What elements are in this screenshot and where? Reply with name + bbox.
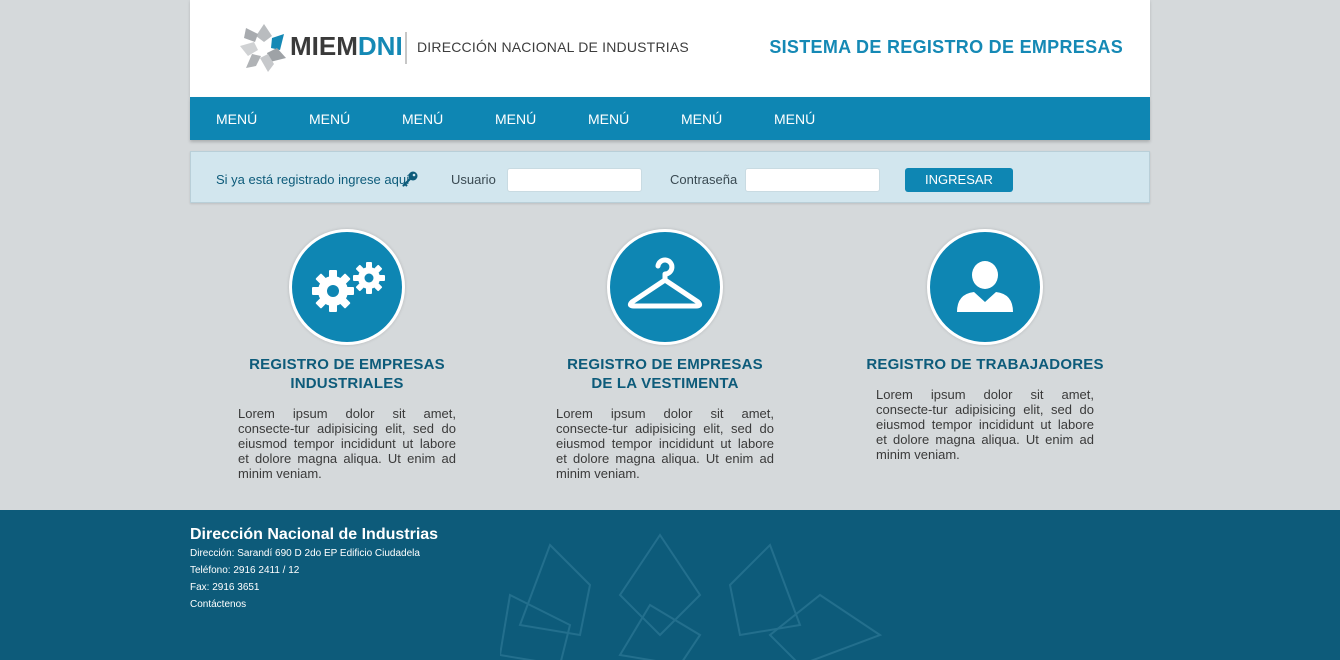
site-footer: Dirección Nacional de Industrias Direcci…: [0, 510, 1340, 660]
brand-part-dni: DNI: [357, 31, 403, 61]
card-title-line1: REGISTRO DE EMPRESAS: [567, 356, 763, 373]
login-button[interactable]: INGRESAR: [905, 168, 1013, 192]
footer-fax: Fax: 2916 3651: [190, 582, 260, 593]
nav-item-7[interactable]: MENÚ: [774, 97, 815, 140]
card-title-line2: INDUSTRIALES: [290, 375, 404, 392]
site-header: MIEMDNI DIRECCIÓN NACIONAL DE INDUSTRIAS…: [190, 0, 1150, 97]
footer-address: Dirección: Sarandí 690 D 2do EP Edificio…: [190, 548, 420, 559]
card-title: REGISTRO DE EMPRESAS INDUSTRIALES: [197, 355, 497, 393]
card-title-line2: DE LA VESTIMENTA: [591, 375, 739, 392]
nav-item-2[interactable]: MENÚ: [309, 97, 350, 140]
card-icon-circle[interactable]: [607, 229, 723, 345]
main-nav: MENÚ MENÚ MENÚ MENÚ MENÚ MENÚ MENÚ: [190, 97, 1150, 140]
card-icon-circle[interactable]: [927, 229, 1043, 345]
nav-item-6[interactable]: MENÚ: [681, 97, 722, 140]
login-prompt: Si ya está registrado ingrese aquí: [216, 172, 410, 187]
footer-phone: Teléfono: 2916 2411 / 12: [190, 565, 300, 576]
card-description: Lorem ipsum dolor sit amet, consecte-tur…: [556, 406, 774, 481]
card-title: REGISTRO DE EMPRESAS DE LA VESTIMENTA: [515, 355, 815, 393]
nav-item-1[interactable]: MENÚ: [216, 97, 257, 140]
card-description: Lorem ipsum dolor sit amet, consecte-tur…: [876, 387, 1094, 462]
nav-item-5[interactable]: MENÚ: [588, 97, 629, 140]
card-title-line1: REGISTRO DE TRABAJADORES: [866, 356, 1104, 373]
key-icon: [402, 171, 418, 187]
brand-wordmark: MIEMDNI: [290, 32, 403, 60]
username-input[interactable]: [507, 168, 642, 192]
username-label: Usuario: [451, 172, 496, 187]
password-label: Contraseña: [670, 172, 738, 187]
star-watermark-icon: [500, 533, 883, 660]
brand-part-miem: MIEM: [290, 31, 358, 61]
header-divider: [405, 32, 407, 64]
hanger-icon: [627, 257, 703, 309]
card-description: Lorem ipsum dolor sit amet, consecte-tur…: [238, 406, 456, 481]
login-bar: Si ya está registrado ingrese aquí Usuar…: [190, 151, 1150, 203]
card-title: REGISTRO DE TRABAJADORES: [835, 355, 1135, 374]
card-icon-circle[interactable]: [289, 229, 405, 345]
user-icon: [957, 261, 1013, 312]
nav-item-3[interactable]: MENÚ: [402, 97, 443, 140]
system-title: SISTEMA DE REGISTRO DE EMPRESAS: [769, 37, 1123, 57]
password-input[interactable]: [745, 168, 880, 192]
card-title-line1: REGISTRO DE EMPRESAS: [249, 356, 445, 373]
nav-item-4[interactable]: MENÚ: [495, 97, 536, 140]
gears-icon: [312, 262, 385, 312]
star-logo-icon: [240, 24, 286, 72]
footer-title: Dirección Nacional de Industrias: [190, 526, 439, 543]
department-name: DIRECCIÓN NACIONAL DE INDUSTRIAS: [417, 39, 689, 55]
footer-contact-link[interactable]: Contáctenos: [190, 599, 246, 610]
